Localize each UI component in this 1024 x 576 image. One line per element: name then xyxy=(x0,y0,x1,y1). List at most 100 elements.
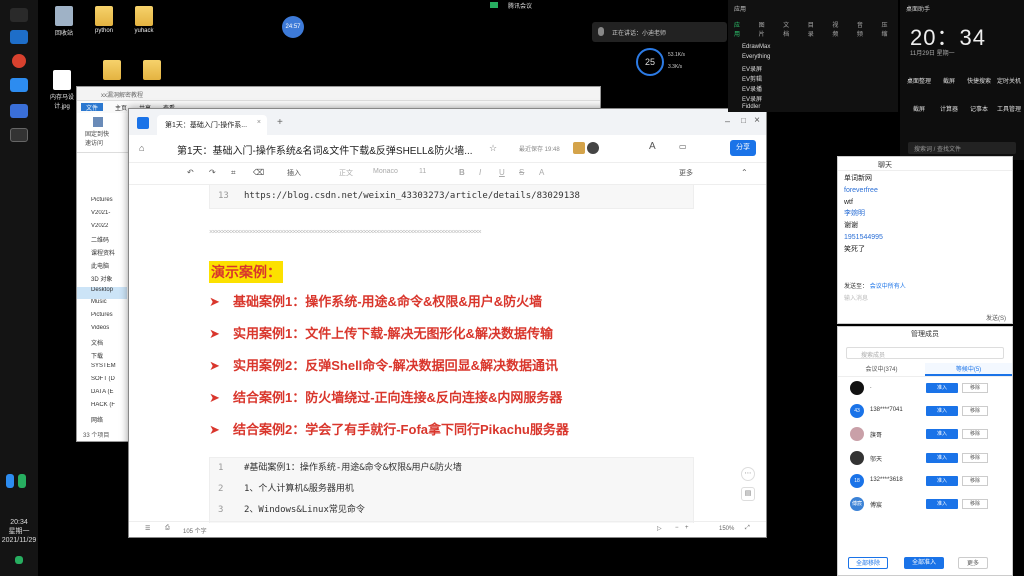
zoom-in-icon[interactable]: + xyxy=(685,525,689,531)
chat-recipient[interactable]: 发送至： 会议中所有人 xyxy=(844,281,906,290)
tab-video[interactable]: 视频 xyxy=(832,20,843,38)
underline-icon[interactable]: U xyxy=(499,168,505,177)
app-item[interactable]: EV录屏 xyxy=(728,94,898,104)
tree-item[interactable]: Pictures xyxy=(77,197,127,210)
close-window-icon[interactable]: × xyxy=(754,115,760,126)
tree-item[interactable]: SOFT (D xyxy=(77,376,127,389)
action-tools[interactable]: 工具管理 xyxy=(994,104,1024,113)
app-item[interactable]: EV剪辑 xyxy=(728,74,898,84)
tray-icon[interactable] xyxy=(6,474,14,488)
tree-item[interactable]: 二维码 xyxy=(77,235,127,248)
play-icon[interactable]: ▷ xyxy=(657,525,662,532)
windows-start-icon[interactable] xyxy=(10,8,28,22)
eraser-icon[interactable]: ⌫ xyxy=(253,168,264,177)
pin-app-icon[interactable] xyxy=(10,78,28,92)
taskview-icon[interactable] xyxy=(10,30,28,44)
undo-icon[interactable]: ↶ xyxy=(187,168,194,177)
assistant-search-input[interactable]: 搜索词 / 查找文件 xyxy=(908,142,1016,154)
insert-button[interactable]: 插入 xyxy=(287,168,301,178)
remove-button[interactable]: 移除 xyxy=(962,475,988,486)
tab-docs[interactable]: 文档 xyxy=(783,20,794,38)
home-icon[interactable]: ⌂ xyxy=(139,143,144,153)
text-style-icon[interactable]: A xyxy=(649,141,656,152)
tree-item[interactable]: HACK (F xyxy=(77,402,127,415)
action-capture[interactable]: 截屏 xyxy=(904,104,934,113)
remove-all-button[interactable]: 全部移除 xyxy=(848,557,888,569)
minimize-icon[interactable]: – xyxy=(725,116,730,126)
tab-archive[interactable]: 压缩 xyxy=(881,20,892,38)
desktop-icon-python[interactable]: python xyxy=(86,6,122,34)
avatar[interactable] xyxy=(573,142,585,154)
tab-file[interactable]: 文件 xyxy=(81,103,104,112)
tray-icon[interactable] xyxy=(18,474,26,488)
tab-waiting[interactable]: 等候中(5) xyxy=(925,363,1012,376)
redo-icon[interactable]: ↷ xyxy=(209,168,216,177)
document-content[interactable]: 13 https://blog.csdn.net/weixin_43303273… xyxy=(129,185,766,523)
tree-item[interactable]: DATA (E xyxy=(77,389,127,402)
member-management-window[interactable]: 管理成员 搜索成员 会议中(374) 等候中(5) . 准入 移除 43 138… xyxy=(837,326,1013,576)
strikethrough-icon[interactable]: S xyxy=(519,168,524,177)
desktop-icon-folder[interactable] xyxy=(94,60,130,82)
paragraph-style-select[interactable]: 正文 xyxy=(339,168,353,178)
tree-item[interactable]: V2021- xyxy=(77,210,127,223)
tab-apps[interactable]: 应用 xyxy=(734,20,745,38)
terminal-icon[interactable] xyxy=(10,128,28,142)
share-button[interactable]: 分享 xyxy=(730,140,756,156)
bold-icon[interactable]: B xyxy=(459,168,465,177)
tree-item[interactable]: 课程资料 xyxy=(77,248,127,261)
tree-item[interactable]: Music xyxy=(77,299,127,312)
meeting-timer[interactable]: 24:57 xyxy=(282,16,304,38)
code-block-top[interactable]: 13 https://blog.csdn.net/weixin_43303273… xyxy=(209,185,694,209)
action-screenshot[interactable]: 截屏 xyxy=(934,76,964,85)
admit-button[interactable]: 准入 xyxy=(926,452,958,463)
outline-icon[interactable]: ☰ xyxy=(145,525,150,532)
tree-item[interactable]: SYSTEM xyxy=(77,363,127,376)
desktop-icon-yuhack[interactable]: yuhack xyxy=(126,6,162,34)
tab-dirs[interactable]: 目录 xyxy=(808,20,819,38)
star-icon[interactable]: ☆ xyxy=(489,143,497,154)
code-block[interactable]: 1 #基础案例1：操作系统-用途&命令&权限&用户&防火墙 2 1、个人计算机&服务… xyxy=(209,457,694,523)
word-count[interactable]: 105 个字 xyxy=(183,526,207,535)
more-button[interactable]: 更多 xyxy=(958,557,988,569)
chat-input[interactable]: 输入消息 xyxy=(844,293,868,302)
document-title[interactable]: 第1天：基础入门-操作系统&名词&文件下载&反弹SHELL&防火墙... xyxy=(177,142,473,157)
tree-item[interactable]: Desktop xyxy=(77,286,127,300)
action-desktop-organize[interactable]: 桌面整理 xyxy=(904,76,934,85)
avatar[interactable] xyxy=(587,142,599,154)
tab-images[interactable]: 图片 xyxy=(759,20,770,38)
document-tab[interactable]: 第1天：基础入门-操作系... × xyxy=(157,115,267,135)
tree-item[interactable]: 文档 xyxy=(77,338,127,351)
chat-window[interactable]: 聊天 单词新网 foreverfree wtf 李婉明 谢谢 195154499… xyxy=(837,156,1013,324)
format-painter-icon[interactable]: ⌗ xyxy=(231,168,236,178)
collapse-toolbar-icon[interactable]: ⌃ xyxy=(741,168,748,177)
tree-item[interactable]: 此电脑 xyxy=(77,261,127,274)
desktop-icon-folder[interactable] xyxy=(134,60,170,82)
member-search-input[interactable]: 搜索成员 xyxy=(846,347,1004,359)
save-icon[interactable]: ▤ xyxy=(741,487,755,501)
app-item[interactable]: Fiddler xyxy=(728,104,898,114)
chrome-icon[interactable] xyxy=(12,54,26,68)
app-item[interactable]: Everything xyxy=(728,54,898,64)
action-notepad[interactable]: 记事本 xyxy=(964,104,994,113)
print-icon[interactable]: ⎙ xyxy=(165,525,170,532)
present-icon[interactable]: ▭ xyxy=(679,142,687,151)
tree-item[interactable]: 网络 xyxy=(77,415,127,428)
tree-item[interactable]: Videos xyxy=(77,325,127,338)
meeting-app-icon[interactable] xyxy=(10,104,28,118)
fullscreen-icon[interactable]: ⤢ xyxy=(745,525,750,532)
action-quick-search[interactable]: 快捷搜索 xyxy=(964,76,994,85)
tree-item[interactable]: V2022 xyxy=(77,223,127,236)
app-item[interactable]: EV录播 xyxy=(728,84,898,94)
taskbar-time[interactable]: 20:34 xyxy=(0,518,38,527)
font-color-icon[interactable]: A xyxy=(539,168,544,177)
font-size-select[interactable]: 11 xyxy=(419,168,426,175)
remove-button[interactable]: 移除 xyxy=(962,498,988,509)
remove-button[interactable]: 移除 xyxy=(962,406,988,417)
close-tab-icon[interactable]: × xyxy=(257,119,261,126)
admit-button[interactable]: 准入 xyxy=(926,383,958,393)
app-item[interactable]: EV录屏 xyxy=(728,64,898,74)
tab-home[interactable]: 主页 xyxy=(115,103,127,112)
more-button[interactable]: 更多 xyxy=(679,168,693,178)
remove-button[interactable]: 移除 xyxy=(962,452,988,463)
network-monitor[interactable]: 25 53.1K/s 3.3K/s xyxy=(636,48,696,76)
